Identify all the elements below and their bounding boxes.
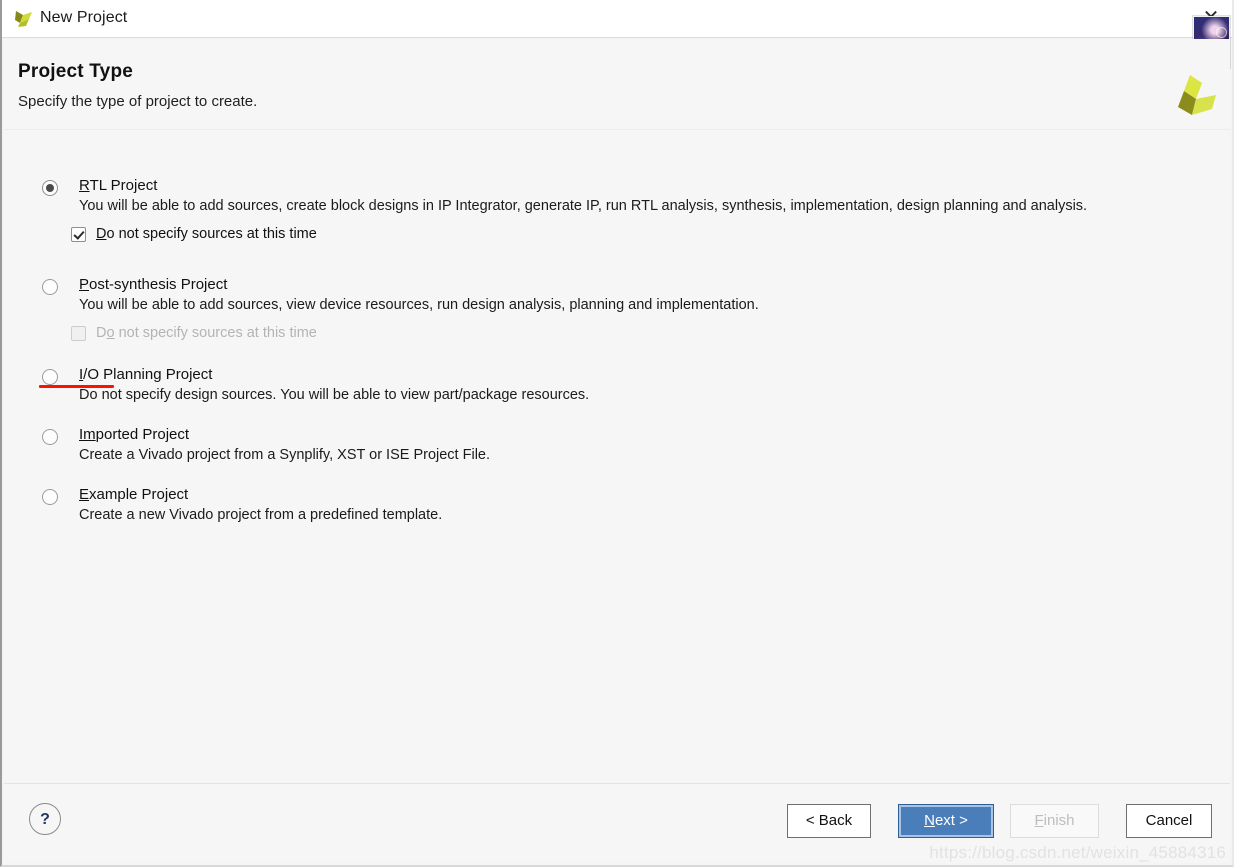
new-project-dialog: New Project ✕ Project Type Specify the t…: [0, 0, 1234, 867]
checkbox-do-not-specify-sources-rtl[interactable]: [71, 227, 86, 242]
option-title-post-synthesis: Post-synthesis Project: [79, 276, 227, 293]
radio-post-synthesis-project[interactable]: [42, 279, 58, 295]
option-description-io-planning: Do not specify design sources. You will …: [79, 387, 590, 403]
option-imported-project[interactable]: Imported Project Create a Vivado project…: [42, 426, 1162, 470]
option-title-example: Example Project: [79, 486, 188, 503]
back-button[interactable]: < Back: [787, 804, 871, 838]
finish-button-rest: inish: [1043, 812, 1075, 829]
mnemonic-letter: N: [924, 812, 935, 829]
radio-rtl-project[interactable]: [42, 180, 58, 196]
checkbox-do-not-specify-sources-post-synthesis: [71, 326, 86, 341]
mnemonic-letter: E: [79, 486, 90, 503]
option-title-rest: ost-synthesis Project: [89, 276, 228, 293]
finish-button: Finish: [1010, 804, 1099, 838]
option-title-rest: TL Project: [89, 177, 158, 194]
radio-imported-project[interactable]: [42, 429, 58, 445]
xilinx-logo-icon: [1170, 73, 1222, 119]
mnemonic-letter: Im: [79, 426, 96, 443]
option-rtl-project[interactable]: RTL Project You will be able to add sour…: [42, 177, 1162, 250]
option-description-post-synthesis: You will be able to add sources, view de…: [79, 297, 759, 313]
next-button[interactable]: Next >: [898, 804, 994, 838]
checkbox-label-prefix: D: [96, 325, 107, 341]
radio-io-planning-project[interactable]: [42, 369, 58, 385]
cancel-button[interactable]: Cancel: [1126, 804, 1212, 838]
mnemonic-letter: F: [1034, 812, 1044, 829]
mnemonic-letter: o: [106, 325, 115, 341]
dialog-body: RTL Project You will be able to add sour…: [4, 130, 1230, 784]
option-description-rtl-project: You will be able to add sources, create …: [79, 198, 1088, 214]
red-annotation-underline: [39, 385, 114, 388]
option-post-synthesis-project[interactable]: Post-synthesis Project You will be able …: [42, 276, 1162, 349]
radio-example-project[interactable]: [42, 489, 58, 505]
option-title-rtl-project: RTL Project: [79, 177, 157, 194]
page-subtitle: Specify the type of project to create.: [18, 93, 258, 110]
page-title: Project Type: [18, 61, 134, 82]
option-title-imported: Imported Project: [79, 426, 189, 443]
option-description-example: Create a new Vivado project from a prede…: [79, 507, 443, 523]
mnemonic-letter: D: [96, 226, 107, 242]
checkbox-label-rtl: Do not specify sources at this time: [96, 226, 317, 242]
watermark-text: https://blog.csdn.net/weixin_45884316: [929, 843, 1226, 862]
window-title: New Project: [40, 9, 128, 26]
project-type-option-list: RTL Project You will be able to add sour…: [42, 177, 1162, 530]
option-title-rest: /O Planning Project: [83, 366, 213, 383]
checkbox-label-rest: o not specify sources at this time: [106, 226, 317, 242]
next-button-rest: ext >: [934, 812, 968, 829]
checkbox-label-rest: not specify sources at this time: [114, 325, 317, 341]
option-description-imported: Create a Vivado project from a Synplify,…: [79, 447, 491, 463]
checkbox-label-post-synthesis: Do not specify sources at this time: [96, 325, 317, 341]
option-example-project[interactable]: Example Project Create a new Vivado proj…: [42, 486, 1162, 530]
help-button[interactable]: ?: [29, 803, 61, 835]
vivado-logo-icon: [12, 7, 36, 31]
mnemonic-letter: P: [79, 276, 90, 293]
title-bar: New Project ✕: [2, 0, 1232, 68]
dialog-header: Project Type Specify the type of project…: [4, 39, 1230, 130]
mnemonic-letter: R: [79, 177, 90, 194]
option-title-io-planning: I/O Planning Project: [79, 366, 212, 383]
option-io-planning-project[interactable]: I/O Planning Project Do not specify desi…: [42, 366, 1162, 410]
option-title-rest: xample Project: [89, 486, 189, 503]
option-title-rest: ported Project: [95, 426, 190, 443]
